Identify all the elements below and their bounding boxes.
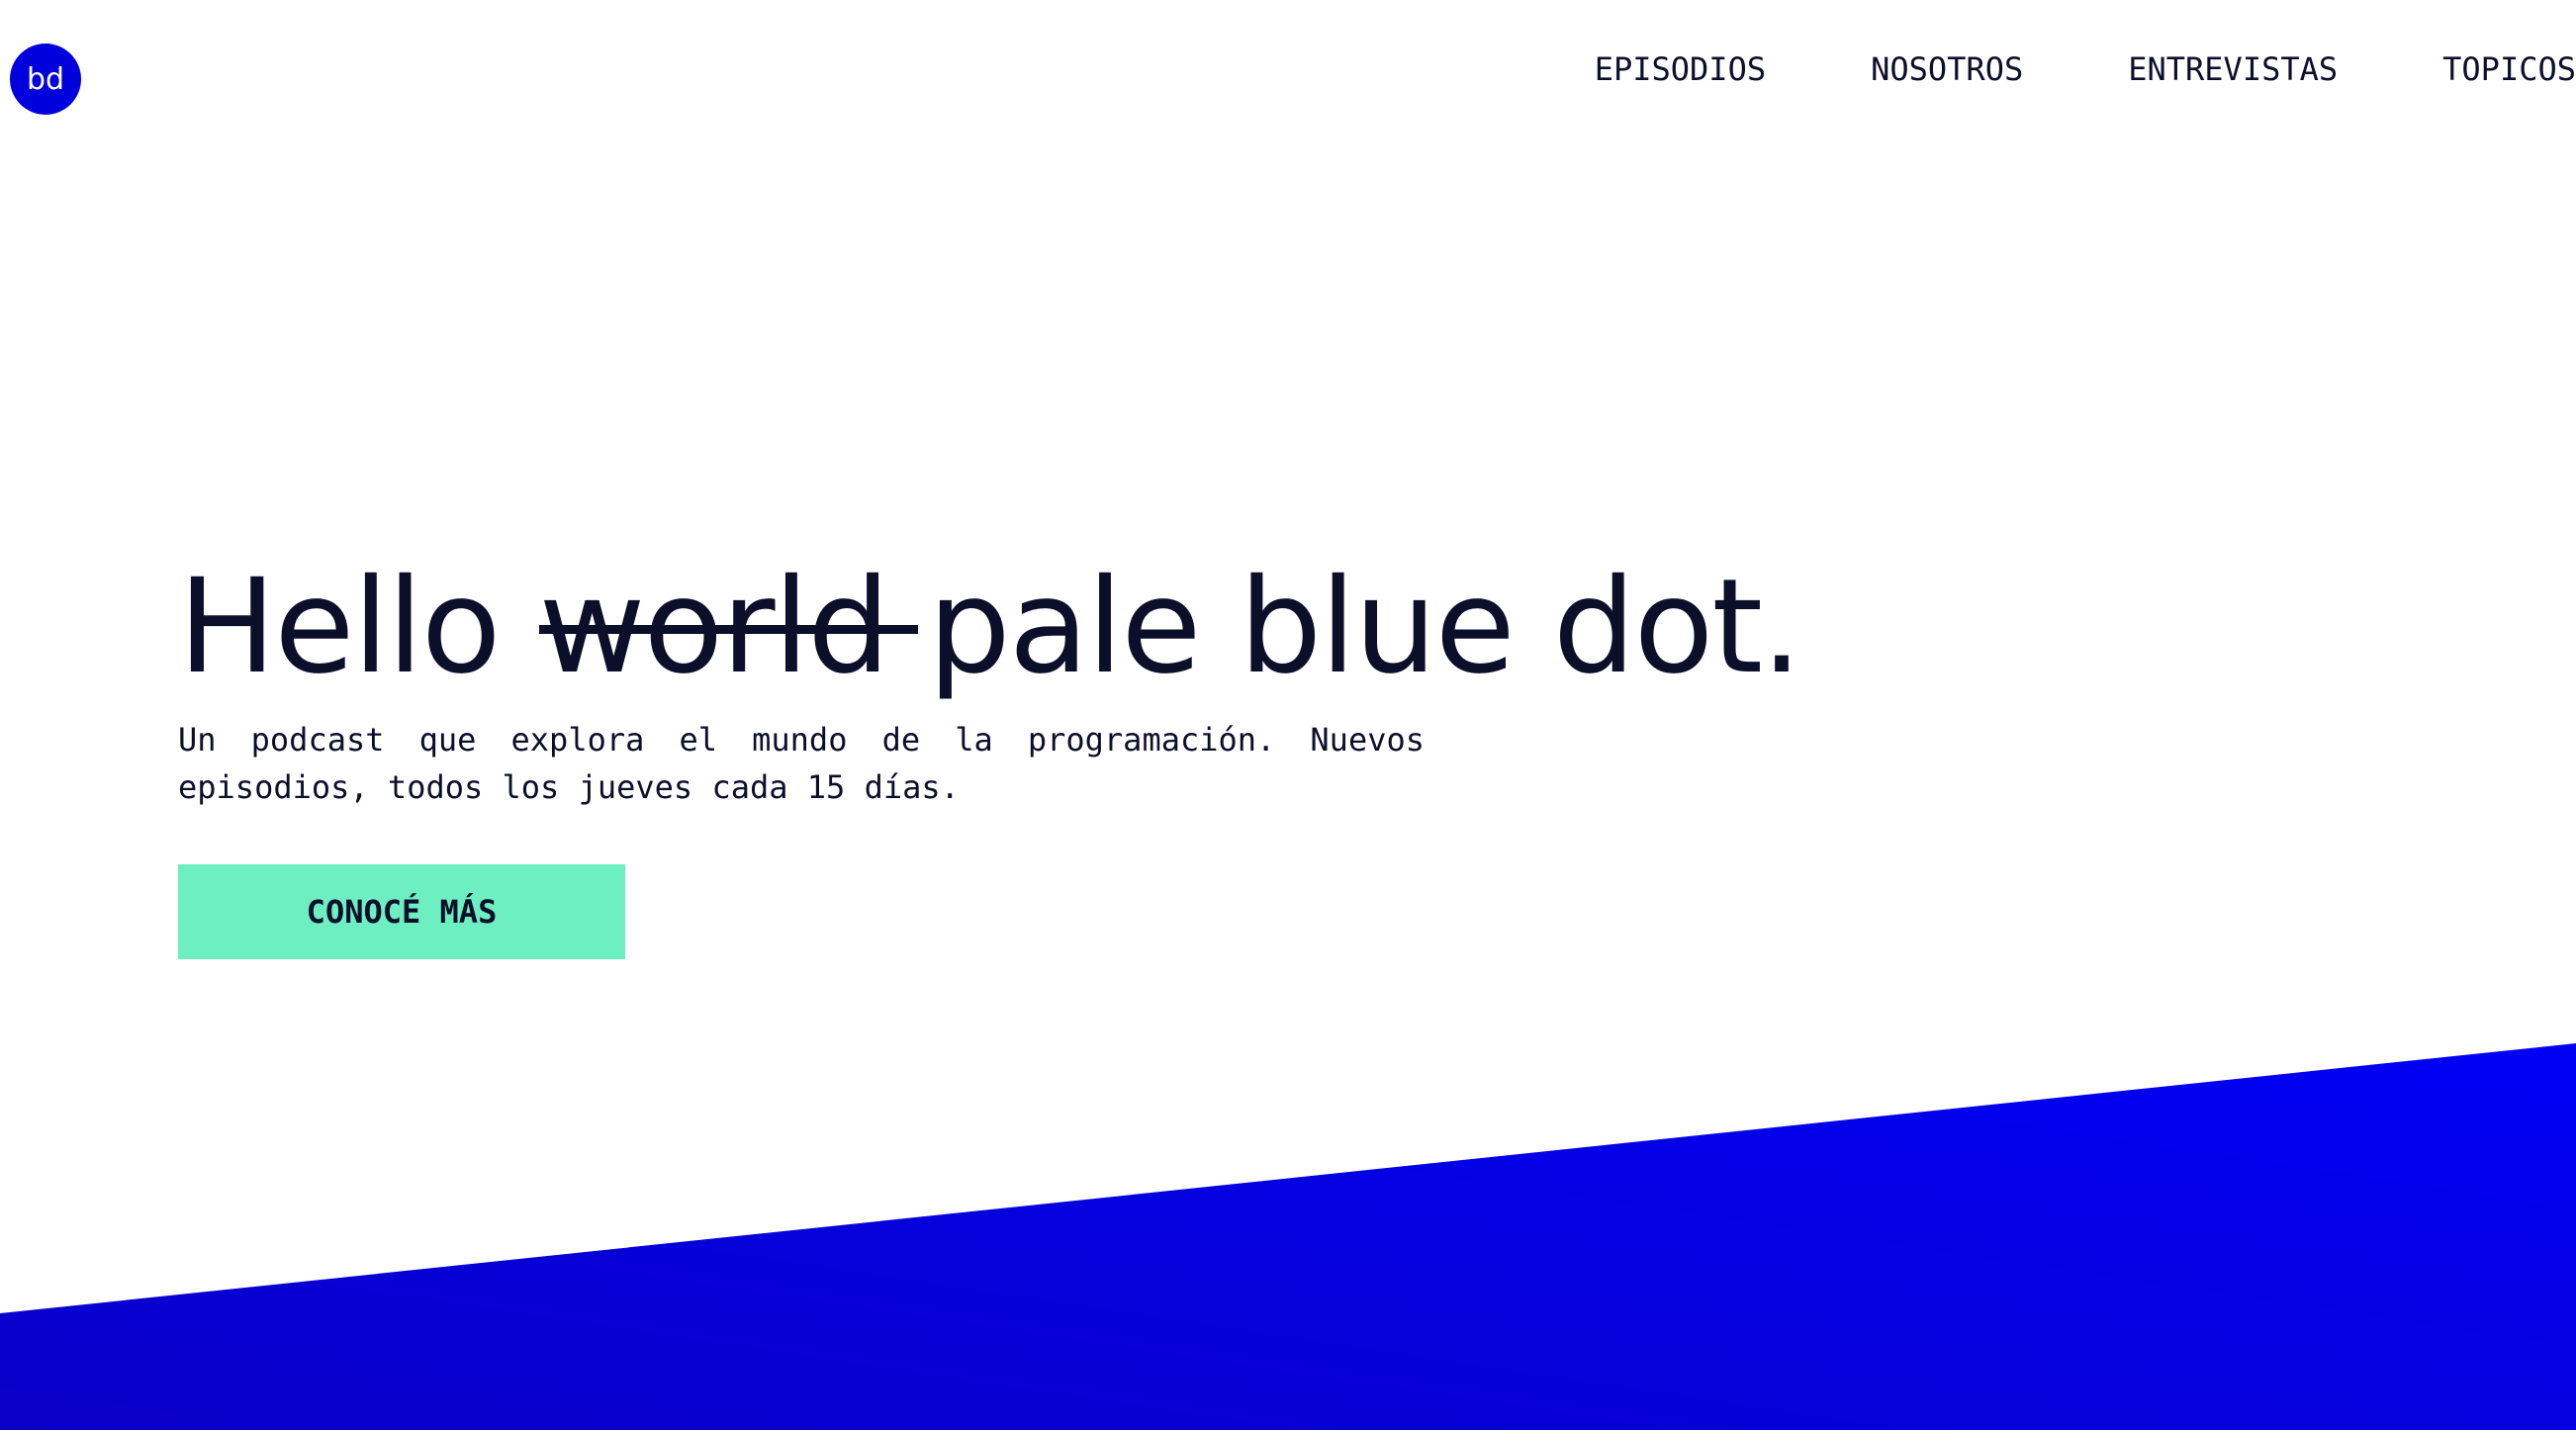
hero-title: Hello world pale blue dot. xyxy=(178,542,1802,712)
hero-section: Hello world pale blue dot. Un podcast qu… xyxy=(178,542,1802,811)
nav-item-entrevistas[interactable]: ENTREVISTAS xyxy=(2128,50,2338,88)
logo[interactable]: bd xyxy=(10,44,81,115)
main-nav: EPISODIOS NOSOTROS ENTREVISTAS TOPICOS xyxy=(1595,45,2576,93)
learn-more-button[interactable]: CONOCÉ MÁS xyxy=(178,864,625,959)
logo-text: bd xyxy=(26,61,65,97)
nav-item-topicos[interactable]: TOPICOS xyxy=(2442,50,2576,88)
hero-title-prefix: Hello xyxy=(178,551,539,703)
nav-item-nosotros[interactable]: NOSOTROS xyxy=(1871,50,2023,88)
hero-title-suffix: pale blue dot. xyxy=(888,551,1802,703)
hero-title-struck-word: world xyxy=(538,542,919,712)
hero-description: Un podcast que explora el mundo de la pr… xyxy=(178,721,1425,806)
nav-item-episodios[interactable]: EPISODIOS xyxy=(1595,50,1766,88)
